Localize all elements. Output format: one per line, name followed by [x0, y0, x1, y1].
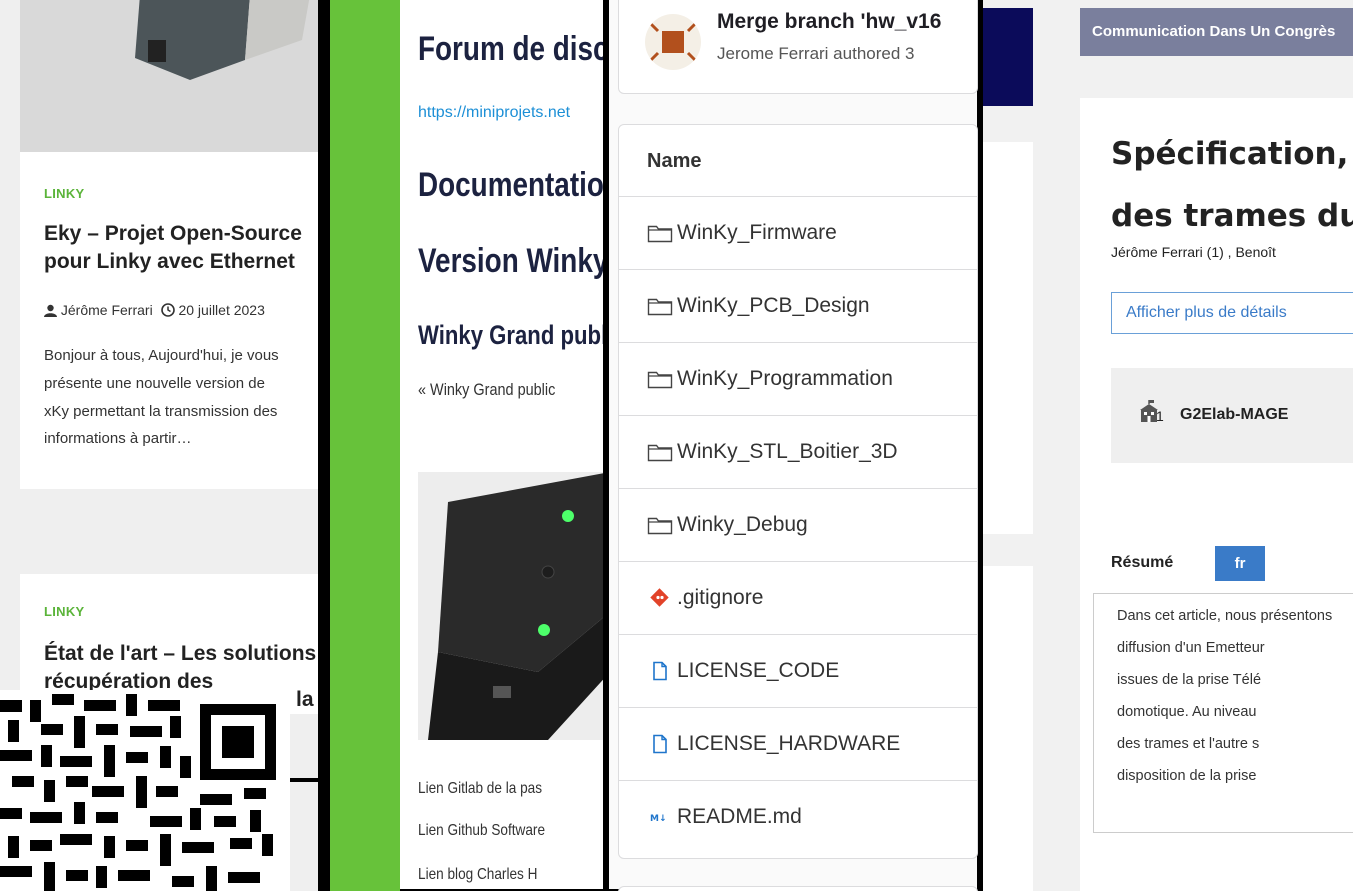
abstract-line: issues de la prise Télé: [1117, 672, 1262, 688]
product-photo[interactable]: [418, 472, 608, 740]
document-title: Spécification, diffusion des trames du L…: [1111, 136, 1353, 256]
article-author[interactable]: Jérôme Ferrari: [61, 302, 153, 318]
affiliation-name[interactable]: G2Elab-MAGE: [1180, 406, 1288, 424]
excerpt-line: Bonjour à tous, Aujourd'hui, je vous: [44, 347, 279, 364]
article-date: 20 juillet 2023: [178, 302, 265, 318]
page-title: Forum de discussion: [418, 30, 608, 68]
folder-icon: [647, 517, 673, 535]
excerpt-line: présente une nouvelle version de: [44, 374, 265, 392]
file-icon: [653, 661, 667, 681]
authors: Jérôme Ferrari (1) , Benoît: [1111, 244, 1353, 266]
section-heading: Version Winky: [418, 242, 608, 280]
title-line: des trames du Linky: [1111, 198, 1353, 234]
file-name[interactable]: WinKy_STL_Boitier_3D: [677, 440, 898, 464]
article-excerpt: Bonjour à tous, Aujourd'hui, je vous pré…: [44, 342, 334, 453]
file-row[interactable]: WinKy_STL_Boitier_3D: [619, 415, 977, 488]
file-list: WinKy_Firmware WinKy_PCB_Design WinKy_Pr…: [619, 196, 977, 859]
folder-icon: [647, 444, 673, 462]
abstract-line: diffusion d'un Emetteur: [1117, 640, 1265, 656]
article-title[interactable]: Eky – Projet Open-Source pour Linky avec…: [44, 220, 334, 277]
article-meta: Jérôme Ferrari 20 juillet 2023: [44, 302, 265, 320]
user-icon: [44, 304, 57, 320]
article-photo[interactable]: [20, 0, 330, 152]
abstract-text: Dans cet article, nous présentons diffus…: [1117, 608, 1353, 828]
column-header-name[interactable]: Name: [647, 150, 701, 173]
forum-content: Forum de discussion https://miniprojets.…: [400, 0, 608, 891]
file-name[interactable]: WinKy_Programmation: [677, 367, 893, 391]
commit-info: Merge branch 'hw_v16 Jerome Ferrari auth…: [717, 8, 977, 88]
file-icon: [653, 734, 667, 754]
title-line: Spécification, diffusion: [1111, 136, 1353, 172]
affiliation: G2Elab-MAGE: [1180, 406, 1353, 428]
abstract-line: domotique. Au niveau: [1117, 704, 1257, 720]
clock-icon: [160, 303, 175, 320]
language-tab-fr[interactable]: fr: [1215, 546, 1265, 581]
markdown-icon: M↓: [650, 814, 667, 824]
excerpt-line: informations à partir…: [44, 430, 192, 448]
show-details-button[interactable]: Afficher plus de détails: [1111, 292, 1353, 334]
file-name[interactable]: Winky_Debug: [677, 513, 808, 537]
forum-link[interactable]: https://miniprojets.net: [418, 104, 570, 122]
article-category[interactable]: LINKY: [44, 604, 85, 619]
breadcrumb[interactable]: « Winky Grand public: [418, 380, 555, 400]
file-name[interactable]: WinKy_Firmware: [677, 221, 837, 245]
forum-sidebar: [330, 0, 400, 891]
file-row[interactable]: WinKy_PCB_Design: [619, 269, 977, 342]
next-box: [618, 886, 978, 891]
sub-heading: Winky Grand public: [418, 320, 608, 350]
file-row[interactable]: M↓ README.md: [619, 780, 977, 853]
article-title-line[interactable]: pour Linky avec Ethernet: [44, 248, 334, 276]
file-name[interactable]: LICENSE_CODE: [677, 659, 839, 683]
affiliation-number: 1: [1156, 408, 1164, 424]
file-row[interactable]: LICENSE_CODE: [619, 634, 977, 707]
folder-icon: [647, 371, 673, 389]
doc-type-tag: Communication Dans Un Congrès: [1080, 8, 1353, 56]
commit-title[interactable]: Merge branch 'hw_v16: [717, 10, 941, 34]
file-row[interactable]: WinKy_Firmware: [619, 196, 977, 269]
folder-icon: [647, 225, 673, 243]
abstract-line: Dans cet article, nous présentons: [1117, 608, 1333, 624]
side-card: [983, 142, 1033, 534]
blog-link[interactable]: Lien blog Charles H: [418, 866, 537, 884]
file-name[interactable]: LICENSE_HARDWARE: [677, 732, 900, 756]
file-row[interactable]: LICENSE_HARDWARE: [619, 707, 977, 780]
commit-subtitle: Jerome Ferrari authored 3: [717, 44, 915, 63]
file-row[interactable]: .gitignore: [619, 561, 977, 634]
file-name[interactable]: WinKy_PCB_Design: [677, 294, 870, 318]
qr-code: [0, 690, 290, 891]
section-heading: Documentation: [418, 166, 608, 204]
folder-icon: [647, 298, 673, 316]
abstract-line: disposition de la prise: [1117, 768, 1257, 784]
file-name[interactable]: README.md: [677, 805, 802, 829]
authors-text[interactable]: Jérôme Ferrari (1) , Benoît: [1111, 244, 1276, 260]
gitlab-link[interactable]: Lien Gitlab de la pas: [418, 780, 542, 798]
header-block: [983, 8, 1033, 106]
excerpt-line: xKy permettant la transmission des: [44, 402, 278, 420]
side-card: [983, 566, 1033, 891]
avatar[interactable]: [645, 14, 701, 70]
file-row[interactable]: Winky_Debug: [619, 488, 977, 561]
file-row[interactable]: WinKy_Programmation: [619, 342, 977, 415]
article-title-line[interactable]: État de l'art – Les solutions: [44, 640, 334, 668]
git-icon: [650, 588, 669, 607]
abstract-label: Résumé: [1111, 554, 1174, 571]
github-link[interactable]: Lien Github Software: [418, 822, 545, 840]
file-name[interactable]: .gitignore: [677, 586, 763, 610]
abstract-line: des trames et l'autre s: [1117, 736, 1260, 752]
article-category[interactable]: LINKY: [44, 186, 85, 201]
article-title[interactable]: État de l'art – Les solutions récupérati…: [44, 640, 334, 697]
svg-text:M↓: M↓: [650, 814, 667, 824]
article-title-line[interactable]: Eky – Projet Open-Source: [44, 220, 334, 248]
